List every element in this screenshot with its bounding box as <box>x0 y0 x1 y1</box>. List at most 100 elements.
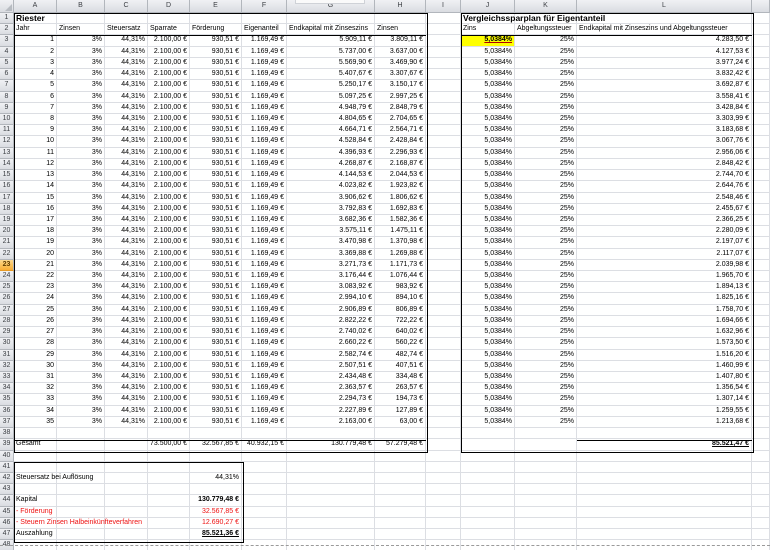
cell-H12[interactable]: 2.428,84 € <box>375 136 426 147</box>
cell-C26[interactable]: 44,31% <box>105 293 148 304</box>
col-header-A[interactable]: A <box>14 0 57 13</box>
cell-G36[interactable]: 2.227,89 € <box>287 406 375 417</box>
cell-C37[interactable]: 44,31% <box>105 417 148 428</box>
cell-empty[interactable] <box>57 462 105 473</box>
cell-K25[interactable]: 25% <box>515 282 577 293</box>
cell-G33[interactable]: 2.434,48 € <box>287 372 375 383</box>
cell-A21[interactable]: 19 <box>14 237 57 248</box>
summary-value-45[interactable]: 32.567,85 € <box>190 507 242 518</box>
cell-F16[interactable]: 1.169,49 € <box>242 181 287 192</box>
cell-J30[interactable]: 5,0384% <box>461 338 515 349</box>
cell-empty[interactable] <box>242 13 287 24</box>
cell-empty[interactable] <box>752 170 770 181</box>
cell-L37[interactable]: 1.213,68 € <box>577 417 752 428</box>
cell-empty[interactable] <box>242 473 287 484</box>
cell-C20[interactable]: 44,31% <box>105 226 148 237</box>
cell-E10[interactable]: 930,51 € <box>190 114 242 125</box>
cell-empty[interactable] <box>461 439 515 450</box>
cell-empty[interactable] <box>577 495 752 506</box>
cell-H34[interactable]: 263,57 € <box>375 383 426 394</box>
cell-J25[interactable]: 5,0384% <box>461 282 515 293</box>
cell-empty[interactable] <box>105 495 148 506</box>
cell-empty[interactable] <box>426 13 461 24</box>
cell-B22[interactable]: 3% <box>57 249 105 260</box>
cell-A36[interactable]: 34 <box>14 406 57 417</box>
cell-empty[interactable] <box>242 518 287 529</box>
cell-empty[interactable] <box>752 249 770 260</box>
cell-empty[interactable] <box>752 193 770 204</box>
cell-G6[interactable]: 5.407,67 € <box>287 69 375 80</box>
cell-empty[interactable] <box>426 148 461 159</box>
cell-empty[interactable] <box>426 316 461 327</box>
cell-empty[interactable] <box>287 484 375 495</box>
cell-B30[interactable]: 3% <box>57 338 105 349</box>
cell-empty[interactable] <box>375 473 426 484</box>
cell-empty[interactable] <box>426 47 461 58</box>
cell-F28[interactable]: 1.169,49 € <box>242 316 287 327</box>
row-header-27[interactable]: 27 <box>0 305 14 316</box>
cell-empty[interactable] <box>57 484 105 495</box>
row-header-18[interactable]: 18 <box>0 204 14 215</box>
cell-L30[interactable]: 1.573,50 € <box>577 338 752 349</box>
row-header-44[interactable]: 44 <box>0 495 14 506</box>
cell-D6[interactable]: 2.100,00 € <box>148 69 190 80</box>
cell-empty[interactable] <box>515 518 577 529</box>
cell-B26[interactable]: 3% <box>57 293 105 304</box>
cell-H14[interactable]: 2.168,87 € <box>375 159 426 170</box>
cell-E9[interactable]: 930,51 € <box>190 103 242 114</box>
cell-empty[interactable] <box>752 484 770 495</box>
row-header-46[interactable]: 46 <box>0 518 14 529</box>
cell-F13[interactable]: 1.169,49 € <box>242 148 287 159</box>
cell-F26[interactable]: 1.169,49 € <box>242 293 287 304</box>
row-header-47[interactable]: 47 <box>0 529 14 540</box>
cell-empty[interactable] <box>57 451 105 462</box>
cell-H33[interactable]: 334,48 € <box>375 372 426 383</box>
cell-H21[interactable]: 1.370,98 € <box>375 237 426 248</box>
cell-J21[interactable]: 5,0384% <box>461 237 515 248</box>
row-header-10[interactable]: 10 <box>0 114 14 125</box>
cell-J11[interactable]: 5,0384% <box>461 125 515 136</box>
cell-J27[interactable]: 5,0384% <box>461 305 515 316</box>
cell-empty[interactable] <box>752 338 770 349</box>
cell-C24[interactable]: 44,31% <box>105 271 148 282</box>
cell-B28[interactable]: 3% <box>57 316 105 327</box>
cell-empty[interactable] <box>515 439 577 450</box>
cell-F14[interactable]: 1.169,49 € <box>242 159 287 170</box>
cell-J36[interactable]: 5,0384% <box>461 406 515 417</box>
cell-empty[interactable] <box>375 495 426 506</box>
left-header-6[interactable]: Eigenanteil <box>242 24 287 35</box>
cell-C10[interactable]: 44,31% <box>105 114 148 125</box>
cell-empty[interactable] <box>752 293 770 304</box>
cell-E14[interactable]: 930,51 € <box>190 159 242 170</box>
cell-E23[interactable]: 930,51 € <box>190 260 242 271</box>
cell-J12[interactable]: 5,0384% <box>461 136 515 147</box>
cell-empty[interactable] <box>148 495 190 506</box>
cell-J14[interactable]: 5,0384% <box>461 159 515 170</box>
cell-J15[interactable]: 5,0384% <box>461 170 515 181</box>
cell-empty[interactable] <box>287 451 375 462</box>
summary-label-47[interactable]: Auszahlung <box>14 529 57 540</box>
cell-C30[interactable]: 44,31% <box>105 338 148 349</box>
row-header-11[interactable]: 11 <box>0 125 14 136</box>
cell-empty[interactable] <box>426 439 461 450</box>
cell-B18[interactable]: 3% <box>57 204 105 215</box>
cell-F22[interactable]: 1.169,49 € <box>242 249 287 260</box>
cell-F11[interactable]: 1.169,49 € <box>242 125 287 136</box>
cell-D24[interactable]: 2.100,00 € <box>148 271 190 282</box>
cell-E37[interactable]: 930,51 € <box>190 417 242 428</box>
cell-D33[interactable]: 2.100,00 € <box>148 372 190 383</box>
cell-A37[interactable]: 35 <box>14 417 57 428</box>
cell-empty[interactable] <box>752 215 770 226</box>
cell-empty[interactable] <box>752 451 770 462</box>
cell-E15[interactable]: 930,51 € <box>190 170 242 181</box>
row-header-19[interactable]: 19 <box>0 215 14 226</box>
cell-D8[interactable]: 2.100,00 € <box>148 92 190 103</box>
cell-H5[interactable]: 3.469,90 € <box>375 58 426 69</box>
cell-G37[interactable]: 2.163,00 € <box>287 417 375 428</box>
cell-C7[interactable]: 44,31% <box>105 80 148 91</box>
cell-A32[interactable]: 30 <box>14 361 57 372</box>
cell-empty[interactable] <box>752 417 770 428</box>
cell-H23[interactable]: 1.171,73 € <box>375 260 426 271</box>
col-header-D[interactable]: D <box>148 0 190 13</box>
cell-A13[interactable]: 11 <box>14 148 57 159</box>
